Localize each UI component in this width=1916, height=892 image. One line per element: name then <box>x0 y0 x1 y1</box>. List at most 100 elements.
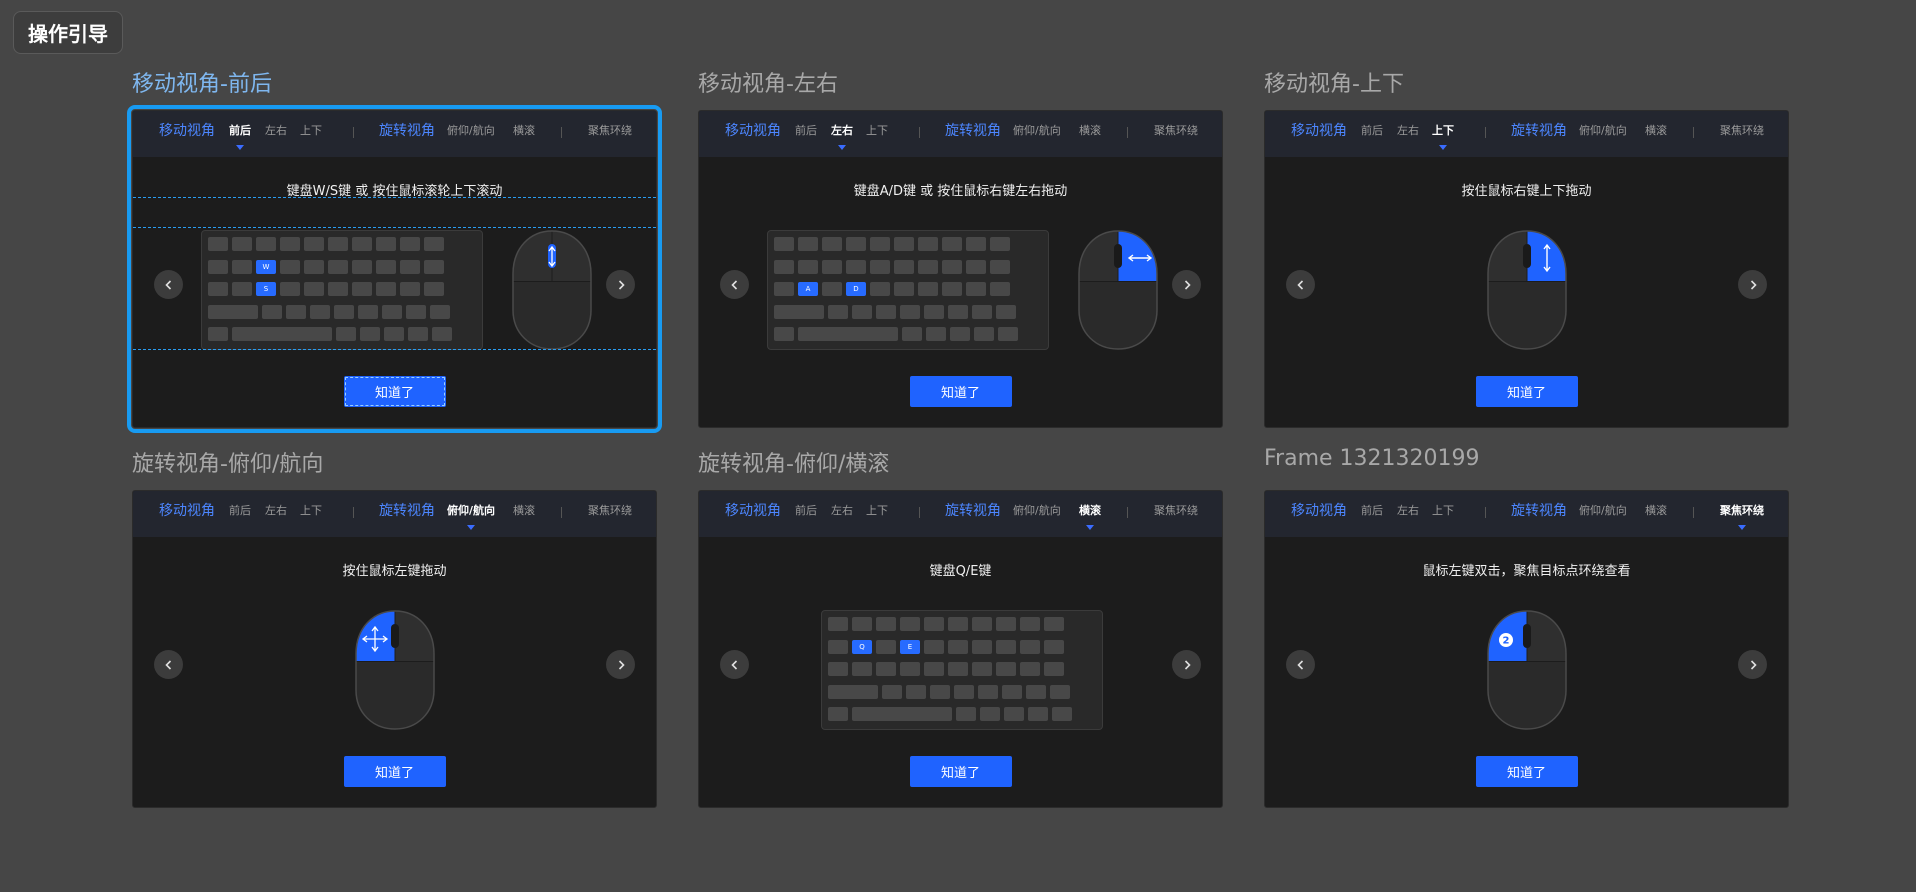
tab-pitch-yaw[interactable]: 俯仰/航向 <box>1579 491 1627 537</box>
keyboard-key <box>232 282 252 296</box>
tab-left-right[interactable]: 左右 <box>265 111 287 157</box>
tab-left-right[interactable]: 左右 <box>1397 111 1419 157</box>
mouse-illustration <box>1078 230 1158 350</box>
tab-move-group[interactable]: 移动视角 <box>725 111 781 157</box>
tab-forward[interactable]: 前后 <box>1361 491 1383 537</box>
keyboard-key <box>352 237 372 251</box>
keyboard-key <box>208 259 228 274</box>
got-it-button[interactable]: 知道了 <box>1475 376 1578 407</box>
prev-button[interactable] <box>1286 270 1315 299</box>
keyboard-key <box>894 282 914 296</box>
keyboard-key <box>798 327 898 341</box>
next-button[interactable] <box>1738 650 1767 679</box>
tab-move-group[interactable]: 移动视角 <box>159 491 215 537</box>
tab-pitch-yaw[interactable]: 俯仰/航向 <box>1013 111 1061 157</box>
mouse-illustration <box>512 230 592 350</box>
tab-separator <box>353 127 354 138</box>
got-it-button[interactable]: 知道了 <box>343 756 446 787</box>
got-it-button[interactable]: 知道了 <box>1475 756 1578 787</box>
tab-rotate-group[interactable]: 旋转视角 <box>1511 111 1567 157</box>
page-badge: 操作引导 <box>13 11 123 54</box>
tab-up-down[interactable]: 上下 <box>1432 491 1454 537</box>
keyboard-key <box>852 707 952 721</box>
tab-separator <box>353 507 354 518</box>
tab-roll[interactable]: 横滚 <box>1645 111 1667 157</box>
tab-rotate-group[interactable]: 旋转视角 <box>1511 491 1567 537</box>
got-it-button[interactable]: 知道了 <box>909 376 1012 407</box>
prev-button[interactable] <box>154 650 183 679</box>
tab-up-down[interactable]: 上下 <box>866 111 888 157</box>
tab-up-down[interactable]: 上下 <box>866 491 888 537</box>
tab-forward[interactable]: 前后 <box>229 491 251 537</box>
keyboard-key <box>208 237 228 251</box>
tab-rotate-group[interactable]: 旋转视角 <box>945 491 1001 537</box>
tab-left-right[interactable]: 左右 <box>831 491 853 537</box>
tab-orbit[interactable]: 聚焦环绕 <box>1720 111 1764 157</box>
tab-forward[interactable]: 前后 <box>229 111 251 157</box>
chevron-left-icon <box>163 659 175 671</box>
got-it-button[interactable]: 知道了 <box>909 756 1012 787</box>
got-it-button[interactable]: 知道了 <box>343 376 446 407</box>
next-button[interactable] <box>1172 650 1201 679</box>
tab-left-right[interactable]: 左右 <box>1397 491 1419 537</box>
tab-up-down[interactable]: 上下 <box>1432 111 1454 157</box>
keyboard-key <box>1050 684 1070 699</box>
keyboard-key <box>996 662 1016 676</box>
tab-roll[interactable]: 横滚 <box>513 111 535 157</box>
tab-orbit[interactable]: 聚焦环绕 <box>1720 491 1764 537</box>
tab-roll[interactable]: 横滚 <box>1645 491 1667 537</box>
tab-left-right[interactable]: 左右 <box>265 491 287 537</box>
tab-forward[interactable]: 前后 <box>1361 111 1383 157</box>
tab-up-down[interactable]: 上下 <box>300 491 322 537</box>
prev-button[interactable] <box>154 270 183 299</box>
keyboard-key <box>902 327 922 341</box>
tab-rotate-group[interactable]: 旋转视角 <box>945 111 1001 157</box>
next-button[interactable] <box>1172 270 1201 299</box>
tab-roll[interactable]: 横滚 <box>1079 111 1101 157</box>
tab-move-group[interactable]: 移动视角 <box>159 111 215 157</box>
keyboard-key <box>990 237 1010 251</box>
tab-orbit[interactable]: 聚焦环绕 <box>588 111 632 157</box>
instruction-text: 按住鼠标右键上下拖动 <box>1461 184 1592 199</box>
keyboard-key <box>924 304 944 319</box>
tab-move-group[interactable]: 移动视角 <box>1291 491 1347 537</box>
tab-move-group[interactable]: 移动视角 <box>725 491 781 537</box>
prev-button[interactable] <box>720 270 749 299</box>
tab-forward[interactable]: 前后 <box>795 111 817 157</box>
tab-rotate-group[interactable]: 旋转视角 <box>379 491 435 537</box>
tab-move-group[interactable]: 移动视角 <box>1291 111 1347 157</box>
tab-orbit[interactable]: 聚焦环绕 <box>1154 111 1198 157</box>
prev-button[interactable] <box>720 650 749 679</box>
mouse-illustration: 2 <box>1487 610 1567 730</box>
tab-orbit[interactable]: 聚焦环绕 <box>588 491 632 537</box>
tab-pitch-yaw[interactable]: 俯仰/航向 <box>447 111 495 157</box>
keyboard-key <box>334 304 354 319</box>
keyboard-key <box>280 282 300 296</box>
chevron-right-icon <box>1747 659 1759 671</box>
keyboard-key <box>956 707 976 721</box>
keyboard-key <box>406 304 426 319</box>
keyboard-key <box>948 617 968 631</box>
tab-pitch-yaw[interactable]: 俯仰/航向 <box>1579 111 1627 157</box>
tab-orbit[interactable]: 聚焦环绕 <box>1154 491 1198 537</box>
tab-left-right[interactable]: 左右 <box>831 111 853 157</box>
keyboard-key <box>882 684 902 699</box>
chevron-left-icon <box>729 279 741 291</box>
next-button[interactable] <box>606 650 635 679</box>
keyboard-key <box>280 237 300 251</box>
tab-rotate-group[interactable]: 旋转视角 <box>379 111 435 157</box>
next-button[interactable] <box>606 270 635 299</box>
tab-forward[interactable]: 前后 <box>795 491 817 537</box>
tab-pitch-yaw[interactable]: 俯仰/航向 <box>447 491 495 537</box>
tab-roll[interactable]: 横滚 <box>513 491 535 537</box>
keyboard-illustration: QE <box>821 610 1103 730</box>
keyboard-key <box>942 259 962 274</box>
keyboard-key <box>966 282 986 296</box>
tab-pitch-yaw[interactable]: 俯仰/航向 <box>1013 491 1061 537</box>
next-button[interactable] <box>1738 270 1767 299</box>
tab-up-down[interactable]: 上下 <box>300 111 322 157</box>
keyboard-key <box>256 237 276 251</box>
selection-guide <box>133 227 656 228</box>
prev-button[interactable] <box>1286 650 1315 679</box>
tab-roll[interactable]: 横滚 <box>1079 491 1101 537</box>
